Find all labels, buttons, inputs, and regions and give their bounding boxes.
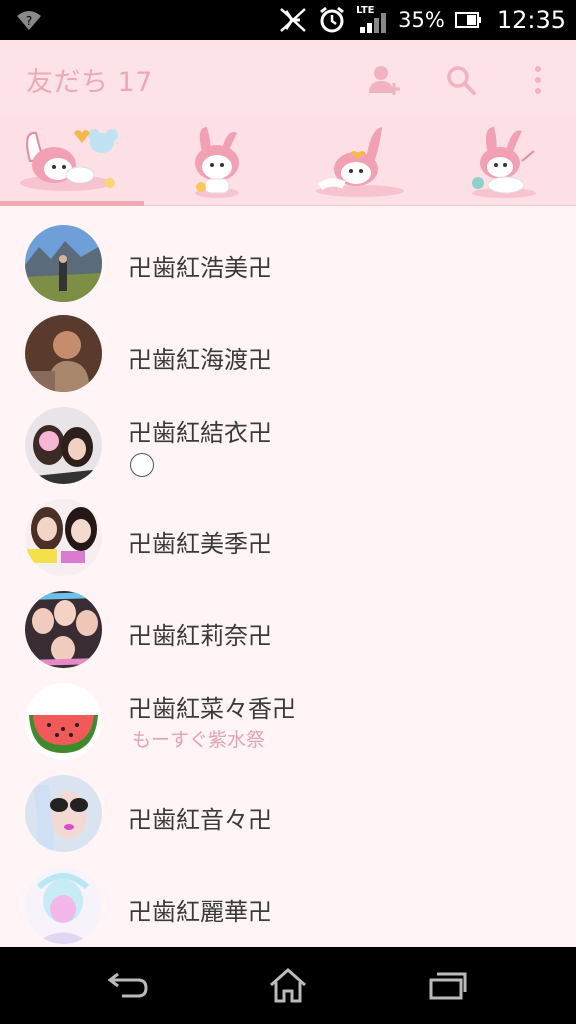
friend-name: 卍歯紅菜々香卍	[128, 695, 296, 723]
page-title: 友だち 17	[26, 67, 153, 98]
tab-4[interactable]	[432, 116, 576, 206]
friend-row[interactable]: 卍歯紅麗華卍	[0, 861, 576, 947]
friend-name: 卍歯紅浩美卍	[128, 254, 272, 282]
avatar	[25, 591, 102, 668]
mute-icon	[280, 8, 306, 32]
battery-icon	[454, 12, 481, 28]
add-friend-button[interactable]	[364, 60, 404, 100]
friend-row[interactable]: 卍歯紅音々卍	[0, 769, 576, 861]
avatar	[25, 315, 102, 392]
friend-name: 卍歯紅美季卍	[128, 530, 272, 558]
recents-button[interactable]	[426, 965, 470, 1005]
overflow-menu-button[interactable]	[518, 60, 558, 100]
recents-icon	[429, 972, 467, 1000]
friend-name: 卍歯紅音々卍	[128, 806, 272, 834]
back-icon	[108, 972, 148, 998]
tab-bar	[0, 116, 576, 206]
sticker-tab-2-icon	[195, 127, 239, 198]
wifi-icon: ?	[17, 11, 41, 30]
friend-name: 卍歯紅結衣卍	[128, 419, 272, 447]
navigation-bar	[0, 947, 576, 1024]
tab-2[interactable]	[144, 116, 288, 206]
tab-3[interactable]	[288, 116, 432, 206]
friend-name: 卍歯紅莉奈卍	[128, 622, 272, 650]
friend-name: 卍歯紅麗華卍	[128, 898, 272, 926]
svg-text:?: ?	[26, 14, 32, 28]
friend-row[interactable]: 卍歯紅美季卍	[0, 493, 576, 585]
search-icon	[447, 66, 476, 95]
friend-row[interactable]: 卍歯紅菜々香卍 もーすぐ紫水祭	[0, 677, 576, 769]
avatar	[25, 407, 102, 484]
battery-percent: 35%	[398, 8, 445, 32]
sticker-tab-1-icon	[20, 129, 118, 191]
status-bar: ? LTE 35% 12:35	[0, 0, 576, 40]
smiley-icon	[130, 453, 154, 477]
signal-icon: LTE	[356, 5, 388, 35]
avatar	[25, 775, 102, 852]
sticker-tab-3-icon	[316, 127, 404, 197]
tab-friends[interactable]	[0, 116, 144, 206]
avatar	[25, 683, 102, 760]
alarm-icon	[320, 6, 345, 33]
avatar	[25, 225, 102, 302]
search-button[interactable]	[441, 60, 481, 100]
avatar	[25, 499, 102, 576]
home-icon	[270, 967, 306, 1003]
friend-row[interactable]: 卍歯紅浩美卍	[0, 217, 576, 309]
app-bar: 友だち 17	[0, 40, 576, 116]
sticker-tab-4-icon	[472, 127, 536, 198]
friend-status-message: もーすぐ紫水祭	[132, 729, 266, 751]
tab-indicator	[0, 201, 144, 206]
friend-name: 卍歯紅海渡卍	[128, 346, 272, 374]
add-friend-icon	[369, 66, 400, 95]
avatar	[25, 867, 102, 944]
home-button[interactable]	[266, 965, 310, 1005]
clock: 12:35	[496, 6, 566, 34]
friend-list[interactable]: 卍歯紅浩美卍 卍歯紅海渡卍 卍歯紅結衣卍 卍歯紅美季卍 卍歯紅莉奈卍 卍歯紅菜々…	[0, 207, 576, 947]
friend-row[interactable]: 卍歯紅結衣卍	[0, 401, 576, 493]
back-button[interactable]	[106, 965, 150, 1005]
friend-row[interactable]: 卍歯紅海渡卍	[0, 309, 576, 401]
overflow-menu-icon	[535, 66, 541, 94]
friend-row[interactable]: 卍歯紅莉奈卍	[0, 585, 576, 677]
